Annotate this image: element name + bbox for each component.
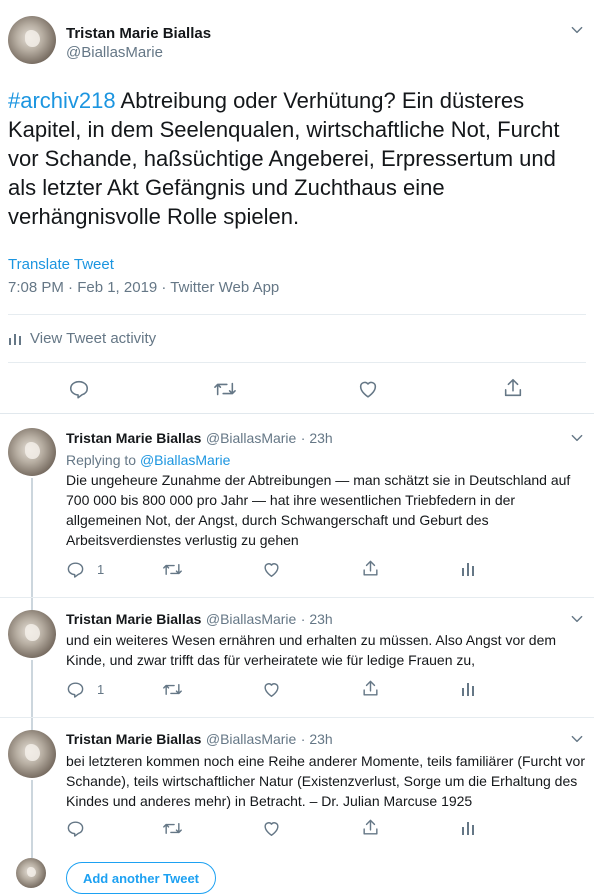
reply-action-bar: 1 xyxy=(66,559,586,583)
like-icon[interactable] xyxy=(262,560,281,579)
reply-count: 1 xyxy=(97,682,105,697)
replying-to-prefix: Replying to xyxy=(66,452,140,468)
thread-line xyxy=(31,780,33,858)
share-icon[interactable] xyxy=(361,559,380,578)
view-tweet-activity-label: View Tweet activity xyxy=(30,330,157,347)
reply-action-bar: 1 xyxy=(66,679,586,703)
share-icon[interactable] xyxy=(502,377,524,399)
reply-author-name[interactable]: Tristan Marie Biallas xyxy=(66,430,201,446)
reply-button[interactable] xyxy=(66,819,97,838)
view-tweet-activity[interactable]: View Tweet activity xyxy=(8,330,156,347)
reply-icon xyxy=(66,560,85,579)
analytics-icon[interactable] xyxy=(461,820,475,836)
reply-button[interactable]: 1 xyxy=(66,560,104,579)
replying-to: Replying to @BiallasMarie xyxy=(66,452,230,468)
chevron-down-icon[interactable] xyxy=(567,729,587,749)
divider xyxy=(0,413,594,414)
chevron-down-icon[interactable] xyxy=(567,609,587,629)
reply-author-handle[interactable]: @BiallasMarie xyxy=(206,731,296,747)
reply-time[interactable]: · 23h xyxy=(301,430,333,446)
reply-time[interactable]: · 23h xyxy=(301,611,333,627)
reply-avatar[interactable] xyxy=(8,730,56,778)
divider xyxy=(8,314,586,315)
retweet-icon[interactable] xyxy=(162,819,183,838)
divider xyxy=(8,362,586,363)
reply-avatar[interactable] xyxy=(8,428,56,476)
reply-action-bar xyxy=(66,818,586,842)
reply-header: Tristan Marie Biallas @BiallasMarie · 23… xyxy=(66,731,333,749)
reply-author-name[interactable]: Tristan Marie Biallas xyxy=(66,731,201,747)
divider xyxy=(0,717,594,718)
reply-text: bei letzteren kommen noch eine Reihe and… xyxy=(66,753,586,809)
reply-avatar[interactable] xyxy=(8,610,56,658)
reply-text: Die ungeheure Zunahme der Abtreibungen —… xyxy=(66,472,571,548)
thread-line xyxy=(31,660,33,730)
reply-author-name[interactable]: Tristan Marie Biallas xyxy=(66,611,201,627)
reply-author-handle[interactable]: @BiallasMarie xyxy=(206,611,296,627)
retweet-icon[interactable] xyxy=(162,680,183,699)
share-icon[interactable] xyxy=(361,679,380,698)
replying-to-handle[interactable]: @BiallasMarie xyxy=(140,452,230,468)
analytics-icon[interactable] xyxy=(461,681,475,697)
reply-icon[interactable] xyxy=(68,378,90,400)
main-tweet-avatar[interactable] xyxy=(8,16,56,64)
add-another-tweet-button[interactable]: Add another Tweet xyxy=(66,862,216,894)
hashtag-link[interactable]: #archiv218 xyxy=(8,88,116,113)
main-tweet-author-handle[interactable]: @BiallasMarie xyxy=(66,44,163,61)
reply-count: 1 xyxy=(97,562,105,577)
reply-button[interactable]: 1 xyxy=(66,680,104,699)
translate-tweet-link[interactable]: Translate Tweet xyxy=(8,256,114,273)
chevron-down-icon[interactable] xyxy=(567,428,587,448)
tweet-timestamp[interactable]: 7:08 PM · Feb 1, 2019 · Twitter Web App xyxy=(8,279,279,296)
thread-line xyxy=(31,478,33,610)
reply-author-handle[interactable]: @BiallasMarie xyxy=(206,430,296,446)
retweet-icon[interactable] xyxy=(162,560,183,579)
main-tweet-action-bar xyxy=(0,374,594,402)
current-user-avatar[interactable] xyxy=(16,858,46,888)
share-icon[interactable] xyxy=(361,818,380,837)
retweet-icon[interactable] xyxy=(213,378,237,400)
reply-time[interactable]: · 23h xyxy=(301,731,333,747)
chevron-down-icon[interactable] xyxy=(567,20,587,40)
divider xyxy=(0,597,594,598)
reply-text: und ein weiteres Wesen ernähren und erha… xyxy=(66,632,557,668)
activity-icon xyxy=(8,332,22,346)
like-icon[interactable] xyxy=(262,680,281,699)
reply-header: Tristan Marie Biallas @BiallasMarie · 23… xyxy=(66,430,333,448)
reply-header: Tristan Marie Biallas @BiallasMarie · 23… xyxy=(66,611,333,629)
main-tweet-text: #archiv218 Abtreibung oder Verhütung? Ei… xyxy=(8,86,586,231)
like-icon[interactable] xyxy=(357,378,379,400)
main-tweet-author-name[interactable]: Tristan Marie Biallas xyxy=(66,25,211,42)
analytics-icon[interactable] xyxy=(461,561,475,577)
like-icon[interactable] xyxy=(262,819,281,838)
reply-icon xyxy=(66,680,85,699)
reply-icon xyxy=(66,819,85,838)
